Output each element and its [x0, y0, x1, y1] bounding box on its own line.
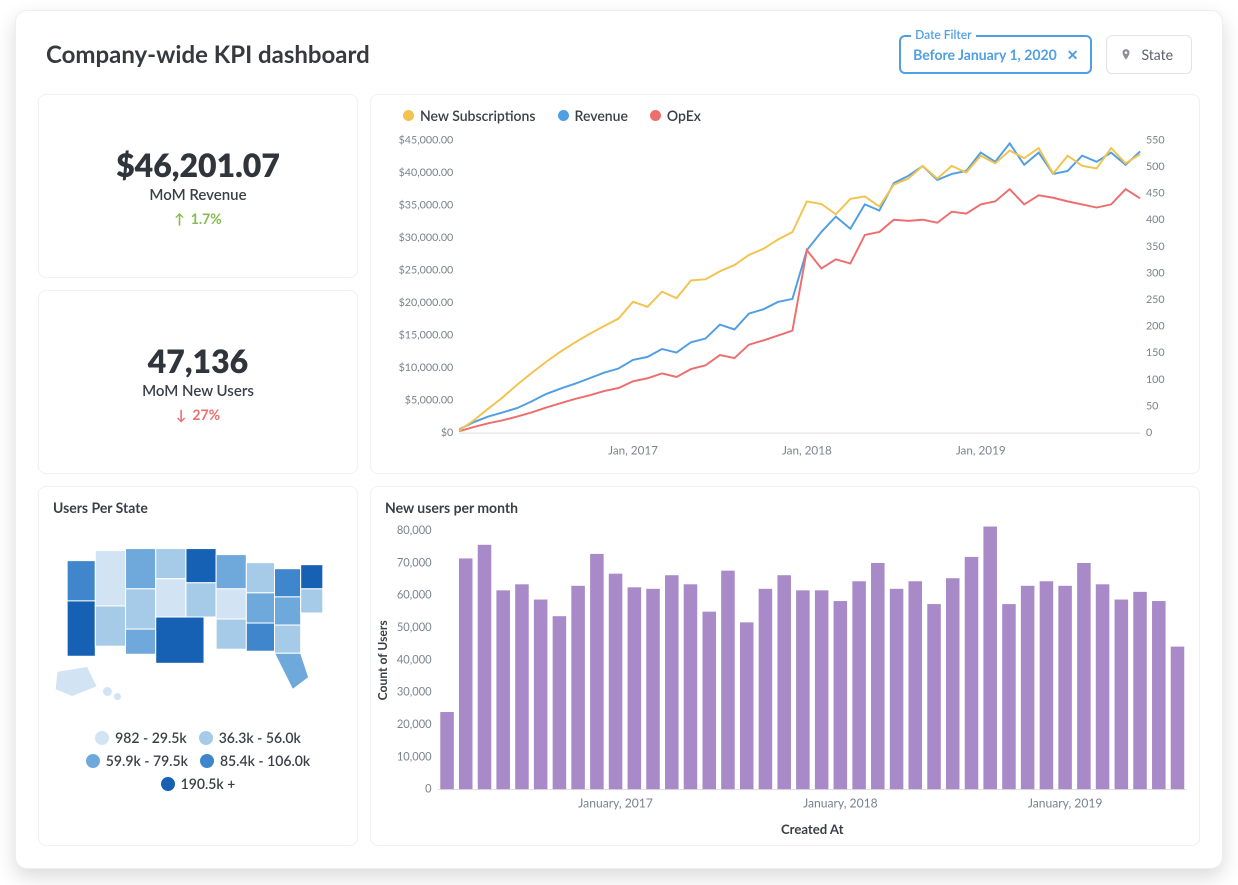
svg-text:10,000: 10,000 [397, 750, 432, 763]
arrow-up-icon: ↑ [174, 210, 185, 227]
bar-title: New users per month [371, 487, 1199, 516]
svg-text:Count of Users: Count of Users [375, 620, 390, 700]
kpi-users-delta: ↓ 27% [176, 406, 220, 423]
map-legend-item: 85.4k - 106.0k [200, 752, 310, 769]
svg-text:60,000: 60,000 [397, 589, 432, 602]
svg-text:$15,000.00: $15,000.00 [399, 328, 454, 341]
dot-icon [558, 110, 569, 121]
svg-text:400: 400 [1146, 213, 1165, 226]
svg-text:100: 100 [1146, 373, 1165, 386]
date-filter-text: Before January 1, 2020 [913, 46, 1057, 63]
state-filter-placeholder: State [1141, 46, 1173, 63]
dashboard-card: Company-wide KPI dashboard Date Filter B… [15, 10, 1223, 869]
svg-text:550: 550 [1146, 133, 1165, 146]
svg-text:450: 450 [1146, 187, 1165, 200]
kpi-users-label: MoM New Users [142, 382, 254, 400]
map-legend-item: 59.9k - 79.5k [86, 752, 188, 769]
svg-text:250: 250 [1146, 293, 1165, 306]
svg-text:50: 50 [1146, 399, 1158, 412]
svg-text:$25,000.00: $25,000.00 [399, 263, 454, 276]
svg-text:January, 2019: January, 2019 [1028, 796, 1103, 811]
map-legend: 982 - 29.5k 36.3k - 56.0k 59.9k - 79.5k 85.… [39, 729, 357, 792]
svg-text:$20,000.00: $20,000.00 [399, 296, 454, 309]
svg-text:Jan, 2018: Jan, 2018 [782, 444, 832, 458]
state-filter[interactable]: State [1106, 35, 1192, 74]
svg-text:200: 200 [1146, 320, 1165, 333]
kpi-revenue-delta: ↑ 1.7% [174, 210, 222, 227]
kpi-revenue-value: $46,201.07 [116, 145, 280, 184]
header-row: Company-wide KPI dashboard Date Filter B… [38, 29, 1200, 80]
kpi-revenue-label: MoM Revenue [149, 186, 246, 204]
map-legend-item: 982 - 29.5k [95, 729, 187, 746]
svg-text:30,000: 30,000 [397, 686, 432, 699]
bar-chart-panel[interactable]: New users per month 0 10,000 20,000 30,000 4… [370, 486, 1200, 846]
pin-icon [1119, 48, 1133, 62]
dot-icon [650, 110, 661, 121]
map-legend-item: 36.3k - 56.0k [199, 729, 301, 746]
close-icon[interactable]: ✕ [1067, 46, 1079, 64]
page-title: Company-wide KPI dashboard [46, 40, 370, 69]
svg-text:50,000: 50,000 [397, 621, 432, 634]
svg-text:Jan, 2017: Jan, 2017 [608, 444, 658, 458]
kpi-column: $46,201.07 MoM Revenue ↑ 1.7% 47,136 MoM… [38, 94, 358, 474]
line-chart: $0 $5,000.00 $10,000.00 $15,000.00 $20,000.0… [385, 126, 1185, 467]
svg-text:$30,000.00: $30,000.00 [399, 231, 454, 244]
date-filter-chip[interactable]: Date Filter Before January 1, 2020 ✕ [899, 35, 1092, 74]
line-chart-panel[interactable]: New Subscriptions Revenue OpEx $0 $5,000.… [370, 94, 1200, 474]
us-map-svg [47, 516, 349, 716]
dot-icon [403, 110, 414, 121]
map-panel[interactable]: Users Per State [38, 486, 358, 846]
svg-text:80,000: 80,000 [397, 524, 432, 537]
arrow-down-icon: ↓ [176, 406, 187, 423]
map-title: Users Per State [39, 487, 357, 516]
svg-text:$45,000.00: $45,000.00 [399, 133, 454, 146]
svg-text:January, 2017: January, 2017 [578, 796, 653, 811]
svg-text:$10,000.00: $10,000.00 [399, 361, 454, 374]
map-legend-item: 190.5k + [161, 775, 236, 792]
kpi-revenue-delta-text: 1.7% [191, 210, 222, 227]
bar-chart: 0 10,000 20,000 30,000 40,000 50,000 60,000 70,… [371, 516, 1199, 841]
dashboard-grid: $46,201.07 MoM Revenue ↑ 1.7% 47,136 MoM… [38, 94, 1200, 846]
svg-text:70,000: 70,000 [397, 556, 432, 569]
svg-text:$40,000.00: $40,000.00 [399, 166, 454, 179]
kpi-users[interactable]: 47,136 MoM New Users ↓ 27% [38, 290, 358, 474]
filters: Date Filter Before January 1, 2020 ✕ Sta… [899, 35, 1192, 74]
svg-text:0: 0 [1146, 426, 1152, 439]
kpi-users-value: 47,136 [148, 341, 248, 380]
svg-text:January, 2018: January, 2018 [803, 796, 878, 811]
svg-text:40,000: 40,000 [397, 653, 432, 666]
us-map [39, 516, 357, 729]
svg-text:Jan, 2019: Jan, 2019 [956, 444, 1006, 458]
svg-text:150: 150 [1146, 346, 1165, 359]
svg-text:350: 350 [1146, 240, 1165, 253]
svg-text:300: 300 [1146, 266, 1165, 279]
kpi-revenue[interactable]: $46,201.07 MoM Revenue ↑ 1.7% [38, 94, 358, 278]
svg-text:$0: $0 [441, 426, 453, 439]
date-filter-legend: Date Filter [911, 27, 975, 42]
legend-item-subs: New Subscriptions [403, 107, 536, 124]
svg-text:0: 0 [425, 783, 432, 796]
svg-text:20,000: 20,000 [397, 718, 432, 731]
legend-item-op: OpEx [650, 107, 701, 124]
svg-text:$35,000.00: $35,000.00 [399, 198, 454, 211]
svg-text:$5,000.00: $5,000.00 [405, 393, 453, 406]
kpi-users-delta-text: 27% [192, 406, 220, 423]
legend-item-rev: Revenue [558, 107, 628, 124]
svg-text:500: 500 [1146, 160, 1165, 173]
line-legend: New Subscriptions Revenue OpEx [385, 101, 1185, 126]
svg-text:Created At: Created At [781, 821, 844, 837]
